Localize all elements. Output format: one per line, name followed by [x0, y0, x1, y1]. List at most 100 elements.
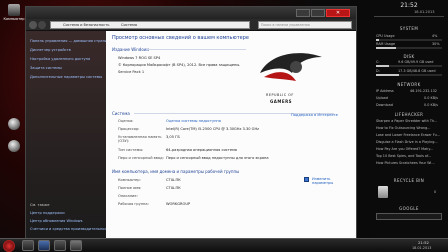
sidebar-link[interactable]: Панель управления — домашняя страница [30, 39, 112, 43]
see-also-title: См. также [30, 203, 50, 207]
system-section-title: Система [112, 111, 130, 116]
lifehacker-item[interactable]: How Pictures Scratchees Your Wi... [376, 161, 444, 165]
recycle-bin-count: 0 [434, 190, 437, 194]
full-name-label: Полное имя: [118, 186, 142, 190]
cpu-usage-bar [376, 39, 442, 41]
sidebar-link[interactable]: Настройка удаленного доступа [30, 57, 104, 61]
shield-icon [304, 177, 309, 182]
start-button[interactable] [3, 240, 15, 252]
forward-button[interactable] [38, 21, 46, 29]
disk-gadget-title: DISK [403, 54, 415, 59]
system-type-value: 64-разрядная операционная система [166, 148, 237, 152]
recycle-bin-title: RECYCLE BIN [393, 178, 425, 183]
divider [146, 49, 246, 50]
ram-usage-label: RAM Usage [376, 42, 396, 46]
disk-c-bar [376, 65, 442, 67]
search-input[interactable]: Поиск в панели управления [258, 21, 352, 29]
system-info-panel: Просмотр основных сведений о вашем компь… [106, 31, 356, 245]
sidebar-link[interactable]: Защита системы [30, 66, 104, 70]
google-gadget-title: GOOGLE [399, 206, 419, 211]
desktop-icon-label: Компьютер [3, 17, 25, 21]
computer-section-title: Имя компьютера, имя домена и параметры р… [112, 169, 240, 174]
service-pack: Service Pack 1 [118, 70, 145, 74]
disk-c-value: 9.6 GB/49.9 GB used [398, 60, 434, 64]
download-label: Download [376, 103, 393, 107]
disk-d-bar [376, 74, 442, 76]
disk-d-value: 17.3 GB/48.8 GB used [398, 69, 436, 73]
computer-name-label: Компьютер: [118, 178, 141, 182]
media-taskbar-icon[interactable] [54, 240, 66, 251]
browser-taskbar-icon[interactable] [38, 240, 50, 251]
address-bar[interactable]: Система и безопасность Система [50, 21, 250, 29]
lifehacker-item[interactable]: Top 10 Best Spies, and Tools of... [376, 154, 444, 158]
rog-eye-icon [260, 53, 322, 81]
edition-name: Windows 7 ROG SE SP4 [118, 56, 161, 60]
control-panel-taskbar-icon[interactable] [70, 240, 82, 251]
support-link[interactable]: Поддержка в Интернете [291, 113, 338, 117]
control-panel-window: ✕ Система и безопасность Система Поиск в… [25, 6, 357, 246]
processor-label: Процессор: [118, 127, 140, 131]
copyright: © Корпорация Майкрософт (В SP4), 2012. В… [118, 63, 241, 67]
memory-label: Установленная память (ОЗУ): [118, 135, 162, 144]
edition-section-title: Издание Windows [112, 47, 150, 52]
close-button[interactable]: ✕ [326, 9, 350, 17]
cpu-usage-label: CPU Usage [376, 34, 395, 38]
recycle-bin-icon[interactable] [378, 186, 388, 198]
lifehacker-item[interactable]: Lose and Lower Freelance Eraser Fu... [376, 133, 444, 137]
window-titlebar[interactable]: ✕ [26, 7, 356, 19]
lifehacker-gadget-title: LIFEHACKER [394, 112, 424, 117]
page-title: Просмотр основных сведений о вашем компь… [112, 35, 249, 41]
lifehacker-item[interactable]: Sharpen a Paper Shredder with Th... [376, 119, 444, 123]
memory-value: 3,05 ГБ [166, 135, 180, 139]
disk-d-label: D: [376, 69, 380, 73]
minimize-button[interactable] [296, 9, 310, 17]
gadget-sidebar: 21:52 18.01.2013 SYSTEM CPU Usage 4% RAM… [370, 0, 448, 252]
disk-c-bar-fill [376, 65, 389, 67]
breadcrumb-item[interactable]: Система и безопасность [63, 23, 109, 27]
navigation-bar: Система и безопасность Система Поиск в п… [26, 19, 356, 31]
workgroup-label: Рабочая группа: [118, 202, 149, 206]
maximize-button[interactable] [311, 9, 325, 17]
google-search-input[interactable] [376, 213, 442, 220]
search-placeholder: Поиск в панели управления [261, 23, 310, 27]
rating-label: Оценка: [118, 119, 134, 123]
full-name-value: CTIA-ПК [166, 186, 181, 190]
sidebar-link[interactable]: Дополнительные параметры системы [30, 75, 104, 79]
see-also-link[interactable]: Центр поддержки [30, 211, 104, 215]
processor-value: Intel(R) Core(TM) i5-2500 CPU @ 3.30GHz … [166, 127, 260, 131]
see-also-link[interactable]: Центр обновления Windows [30, 219, 104, 223]
change-settings-label: Изменить параметры [312, 177, 334, 186]
lifehacker-item[interactable]: How Pay Are you Offered? Mahy... [376, 147, 444, 151]
upload-label: Upload [376, 96, 388, 100]
computer-name-value: CTIA-ПК [166, 178, 181, 182]
breadcrumb-item[interactable]: Система [121, 23, 137, 27]
task-sidebar: Панель управления — домашняя страница Ди… [26, 31, 112, 245]
ip-label: IP Address [376, 89, 394, 93]
disc-icon[interactable] [8, 140, 20, 152]
lifehacker-item[interactable]: How to Fix Outsourcing Wrong... [376, 126, 444, 130]
ram-usage-bar [376, 47, 442, 49]
taskbar-clock-date[interactable]: 18.01.2013 [412, 246, 431, 250]
disk-d-bar-fill [376, 74, 400, 76]
cpu-usage-bar-fill [376, 39, 379, 41]
back-button[interactable] [29, 21, 37, 29]
ram-usage-value: 30% [432, 42, 440, 46]
network-gadget-title: NETWORK [397, 82, 421, 87]
rating-link[interactable]: Оценка системы недоступна [166, 119, 221, 123]
ip-value: 46.191.232.132 [410, 89, 437, 93]
cpu-usage-value: 4% [432, 34, 438, 38]
taskbar: 21:52 18.01.2013 [0, 238, 448, 252]
clock-date: 18.01.2013 [414, 10, 435, 14]
system-type-label: Тип системы: [118, 148, 144, 152]
disc-icon[interactable] [8, 118, 20, 130]
explorer-taskbar-icon[interactable] [22, 240, 34, 251]
sidebar-link[interactable]: Диспетчер устройств [30, 48, 104, 52]
divider [374, 16, 444, 17]
see-also-link[interactable]: Счетчики и средства производительности [30, 227, 111, 231]
system-gadget-title: SYSTEM [399, 26, 419, 31]
lifehacker-item[interactable]: Disguise a Flash Drive in a Playing... [376, 140, 444, 144]
computer-icon [8, 4, 20, 16]
taskbar-clock-time[interactable]: 21:52 [418, 240, 429, 245]
clock-time: 21:52 [400, 2, 418, 9]
upload-value: 0.0 KB/s [424, 96, 438, 100]
